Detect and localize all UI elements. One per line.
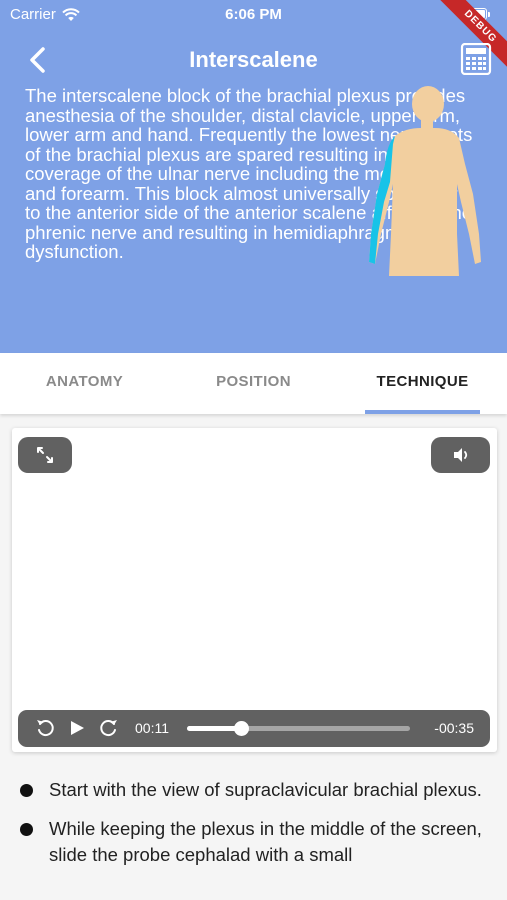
video-player[interactable]: 00:11 -00:35 — [12, 428, 497, 752]
play-icon[interactable] — [67, 718, 87, 738]
technique-steps: Start with the view of supraclavicular b… — [20, 777, 490, 881]
list-item: Start with the view of supraclavicular b… — [20, 777, 490, 804]
tab-bar: ANATOMY POSITION TECHNIQUE — [0, 353, 507, 414]
tab-anatomy[interactable]: ANATOMY — [0, 353, 169, 414]
progress-slider[interactable] — [187, 721, 410, 736]
tab-technique[interactable]: TECHNIQUE — [338, 353, 507, 414]
replay-icon[interactable] — [35, 718, 55, 738]
current-time: 00:11 — [135, 720, 169, 736]
calculator-icon[interactable] — [460, 43, 492, 75]
list-item: While keeping the plexus in the middle o… — [20, 816, 490, 869]
header: Carrier 6:06 PM DEBUG Interscalene The i… — [0, 0, 507, 353]
playback-controls: 00:11 -00:35 — [18, 710, 490, 747]
status-time: 6:06 PM — [225, 6, 282, 23]
page-title: Interscalene — [189, 47, 318, 72]
step-text: Start with the view of supraclavicular b… — [49, 779, 482, 800]
body-figure-illustration — [369, 86, 481, 276]
tab-position[interactable]: POSITION — [169, 353, 338, 414]
fullscreen-button[interactable] — [18, 437, 72, 473]
fullscreen-icon — [37, 447, 53, 463]
step-text: While keeping the plexus in the middle o… — [49, 817, 482, 866]
refresh-icon[interactable] — [99, 718, 119, 738]
volume-button[interactable] — [431, 437, 490, 473]
remaining-time: -00:35 — [434, 720, 474, 736]
bullet-icon — [20, 822, 33, 836]
tab-indicator — [365, 410, 480, 414]
progress-thumb[interactable] — [233, 721, 249, 736]
progress-fill — [187, 726, 241, 731]
bullet-icon — [20, 784, 33, 797]
tab-position-label: POSITION — [216, 373, 291, 390]
status-bar: Carrier 6:06 PM — [0, 0, 507, 30]
tab-technique-label: TECHNIQUE — [376, 373, 469, 390]
volume-icon — [453, 448, 467, 462]
tab-anatomy-label: ANATOMY — [45, 373, 124, 390]
